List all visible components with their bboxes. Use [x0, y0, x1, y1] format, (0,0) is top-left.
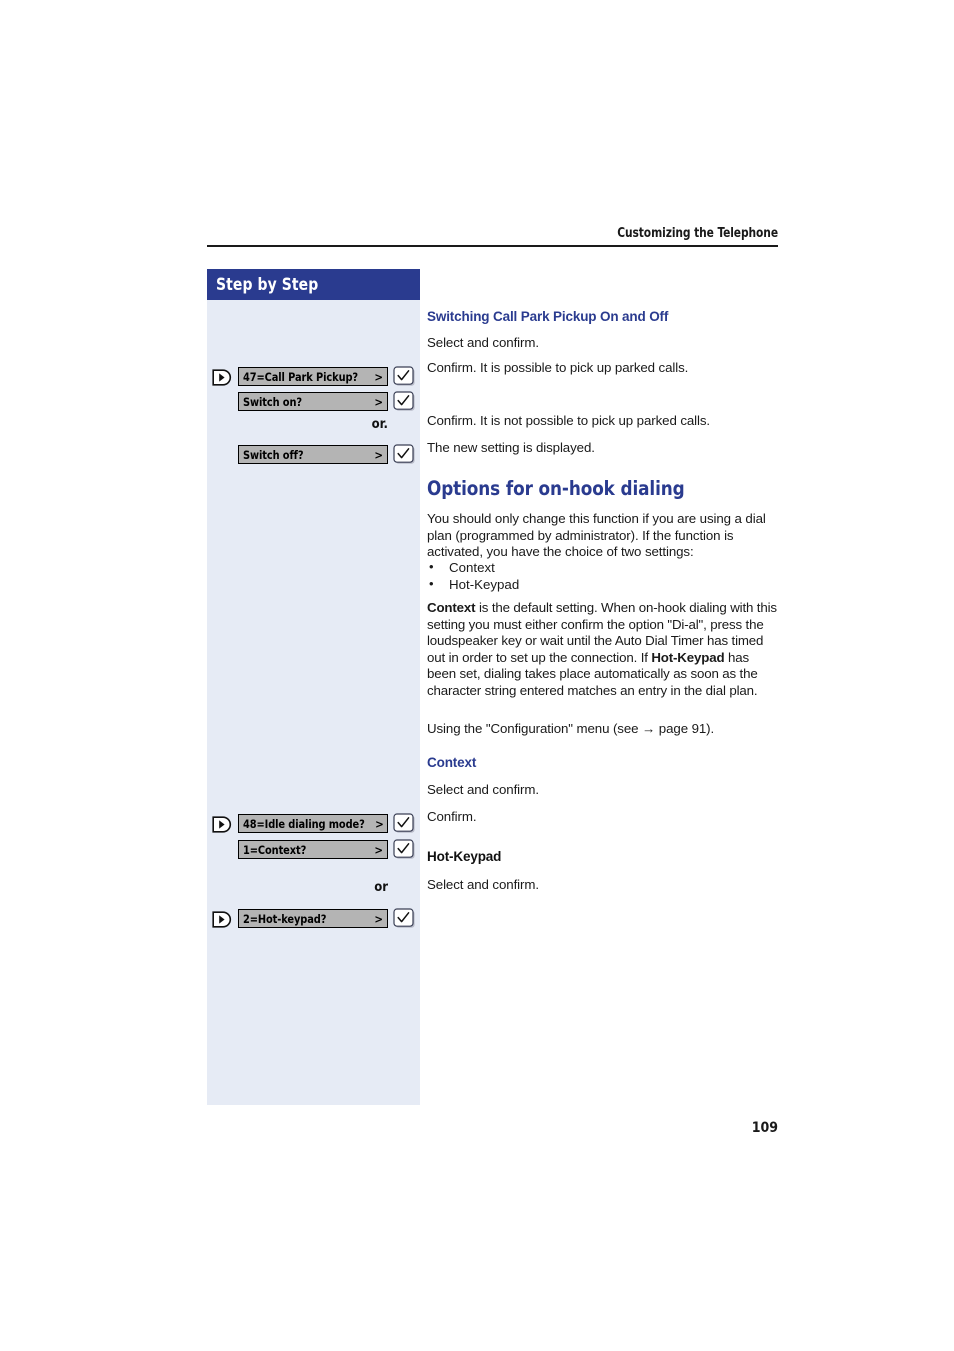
or-separator-second: or: [374, 880, 388, 895]
step-by-step-banner-label: Step by Step: [216, 275, 319, 294]
phone-display-box[interactable]: 48=Idle dialing mode? >: [238, 814, 388, 833]
phone-display-caret: >: [374, 447, 383, 462]
phone-display-text: 1=Context?: [243, 842, 307, 857]
paragraph-intro: You should only change this function if …: [427, 511, 766, 560]
step-by-step-body: 47=Call Park Pickup? > Switch on? > or. …: [207, 300, 420, 1105]
header-title: Customizing the Telephone: [617, 225, 778, 241]
page-header: Customizing the Telephone: [207, 225, 778, 247]
confirm-key-icon[interactable]: [393, 839, 416, 860]
confirm-key-icon[interactable]: [393, 444, 416, 465]
phone-display-text: 48=Idle dialing mode?: [243, 816, 365, 831]
navigation-rocker-icon[interactable]: [212, 816, 233, 833]
term-context: Context: [427, 600, 476, 615]
step-row: Switch off? >: [207, 444, 420, 467]
phone-display-caret: >: [374, 394, 383, 409]
text-select-and-confirm-3: Select and confirm.: [427, 877, 539, 892]
text-select-and-confirm-2: Select and confirm.: [427, 782, 539, 797]
phone-display-caret: >: [374, 911, 383, 926]
phone-display-text: Switch on?: [243, 394, 302, 409]
navigation-rocker-icon[interactable]: [212, 369, 233, 386]
section-heading-on-hook-dialing: Options for on-hook dialing: [427, 477, 685, 500]
text-configuration-menu: Using the "Configuration" menu (see → pa…: [427, 721, 715, 736]
step-row: 48=Idle dialing mode? >: [207, 813, 420, 836]
step-row: 1=Context? >: [207, 839, 420, 862]
phone-display-caret: >: [374, 369, 383, 384]
phone-display-text: 47=Call Park Pickup?: [243, 369, 359, 384]
confirm-key-icon[interactable]: [393, 813, 416, 834]
phone-display-box[interactable]: Switch on? >: [238, 392, 388, 411]
confirm-key-icon[interactable]: [393, 366, 416, 387]
page-number: 109: [751, 1120, 778, 1136]
phone-display-box[interactable]: 1=Context? >: [238, 840, 388, 859]
text-confirm: Confirm.: [427, 809, 477, 824]
phone-display-box[interactable]: 47=Call Park Pickup? >: [238, 367, 388, 386]
confirm-key-icon[interactable]: [393, 391, 416, 412]
phone-display-box[interactable]: Switch off? >: [238, 445, 388, 464]
step-row: 47=Call Park Pickup? >: [207, 366, 420, 389]
step-row: Switch on? >: [207, 391, 420, 414]
text-select-and-confirm-1: Select and confirm.: [427, 335, 539, 350]
phone-display-caret: >: [374, 842, 383, 857]
step-by-step-column: Step by Step 47=Call Park Pickup? > Swit…: [207, 269, 420, 1105]
phone-display-box[interactable]: 2=Hot-keypad? >: [238, 909, 388, 928]
text-confirm-not-possible: Confirm. It is not possible to pick up p…: [427, 413, 711, 428]
term-hot-keypad: Hot-Keypad: [651, 649, 725, 665]
text-confirm-possible: Confirm. It is possible to pick up parke…: [427, 360, 689, 375]
header-rule: [207, 245, 778, 247]
section-heading-call-park: Switching Call Park Pickup On and Off: [427, 309, 669, 324]
list-item: Hot-Keypad: [427, 576, 779, 594]
subsection-heading-hot-keypad: Hot-Keypad: [427, 849, 502, 864]
phone-display-caret: >: [375, 816, 384, 831]
text-new-setting-displayed: The new setting is displayed.: [427, 440, 595, 455]
paragraph-context-description: Context is the default setting. When on-…: [427, 600, 779, 700]
confirm-key-icon[interactable]: [393, 908, 416, 929]
or-separator-first: or.: [371, 417, 388, 432]
subsection-heading-context: Context: [427, 755, 477, 770]
phone-display-text: Switch off?: [243, 447, 304, 462]
settings-bullet-list: Context Hot-Keypad: [427, 559, 779, 594]
phone-display-text: 2=Hot-keypad?: [243, 911, 327, 926]
list-item: Context: [427, 559, 779, 577]
step-by-step-banner: Step by Step: [207, 269, 420, 300]
step-row: 2=Hot-keypad? >: [207, 908, 420, 931]
navigation-rocker-icon[interactable]: [212, 911, 233, 928]
